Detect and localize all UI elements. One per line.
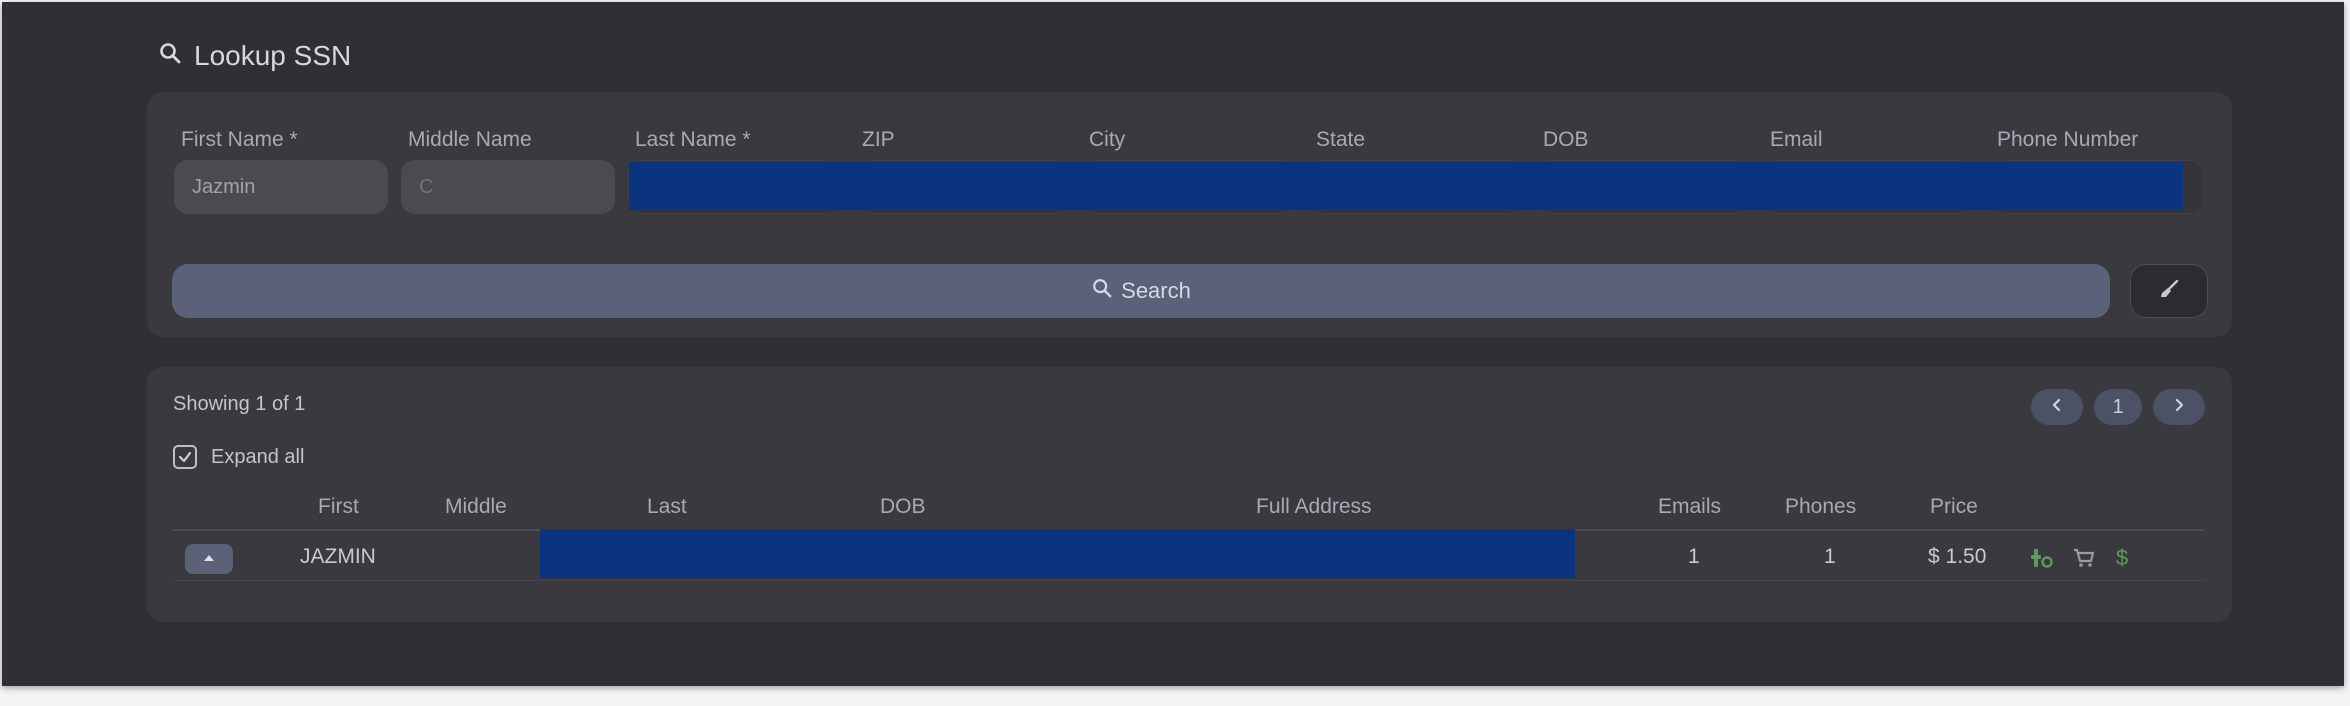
page-number: 1 [2112,395,2124,418]
cell-emails: 1 [1688,545,1700,568]
next-page-button[interactable] [2153,389,2205,425]
search-button-label: Search [1121,278,1191,303]
redaction-block [629,162,2183,210]
last-name-label: Last Name * [635,128,751,151]
chevron-left-icon [2049,396,2065,419]
column-header-last: Last [647,495,687,518]
search-icon [1091,277,1113,305]
chevron-right-icon [2171,396,2187,419]
app-window: Lookup SSN First Name * Middle Name Last… [2,2,2344,686]
column-header-phones: Phones [1785,495,1857,518]
page-title: Lookup SSN [194,40,352,71]
results-count: Showing 1 of 1 [173,393,306,415]
search-button[interactable]: Search [172,264,2110,318]
email-label: Email [1770,128,1823,151]
first-name-label: First Name * [181,128,298,151]
column-header-emails: Emails [1658,495,1722,518]
expand-all-checkbox[interactable] [173,445,197,469]
column-header-price: Price [1930,495,1978,518]
cell-first: JAZMIN [300,545,376,568]
phone-number-label: Phone Number [1997,128,2139,151]
cart-icon[interactable] [2071,545,2097,571]
state-label: State [1316,128,1366,151]
caret-up-icon [202,550,216,568]
table-divider [173,580,2205,581]
row-expand-button[interactable] [185,544,233,574]
dob-label: DOB [1543,128,1589,151]
first-name-input[interactable] [174,160,388,214]
redaction-block [540,529,1575,578]
broom-icon [2157,277,2181,306]
column-header-first: First [318,495,359,518]
cell-price: $ 1.50 [1928,545,1987,568]
clear-button[interactable] [2130,264,2208,318]
expand-all-toggle[interactable]: Expand all [173,445,304,469]
column-header-dob: DOB [880,495,926,518]
column-header-middle: Middle [445,495,507,518]
city-label: City [1089,128,1126,151]
buy-button[interactable]: $ [2109,545,2135,571]
checkmark-icon [178,451,192,463]
middle-name-input[interactable] [401,160,615,214]
search-form: First Name * Middle Name Last Name * ZIP… [147,92,2232,337]
expand-all-label: Expand all [211,445,305,468]
view-details-icon[interactable] [2029,545,2055,571]
page-header: Lookup SSN [158,40,351,72]
search-icon [158,40,182,72]
column-header-full-address: Full Address [1256,495,1372,518]
page-1-button[interactable]: 1 [2094,389,2142,425]
cell-phones: 1 [1824,545,1836,568]
prev-page-button[interactable] [2031,389,2083,425]
results-panel: Showing 1 of 1 1 Expand all First Middle… [147,367,2232,622]
zip-label: ZIP [862,128,895,151]
middle-name-label: Middle Name [408,128,532,151]
